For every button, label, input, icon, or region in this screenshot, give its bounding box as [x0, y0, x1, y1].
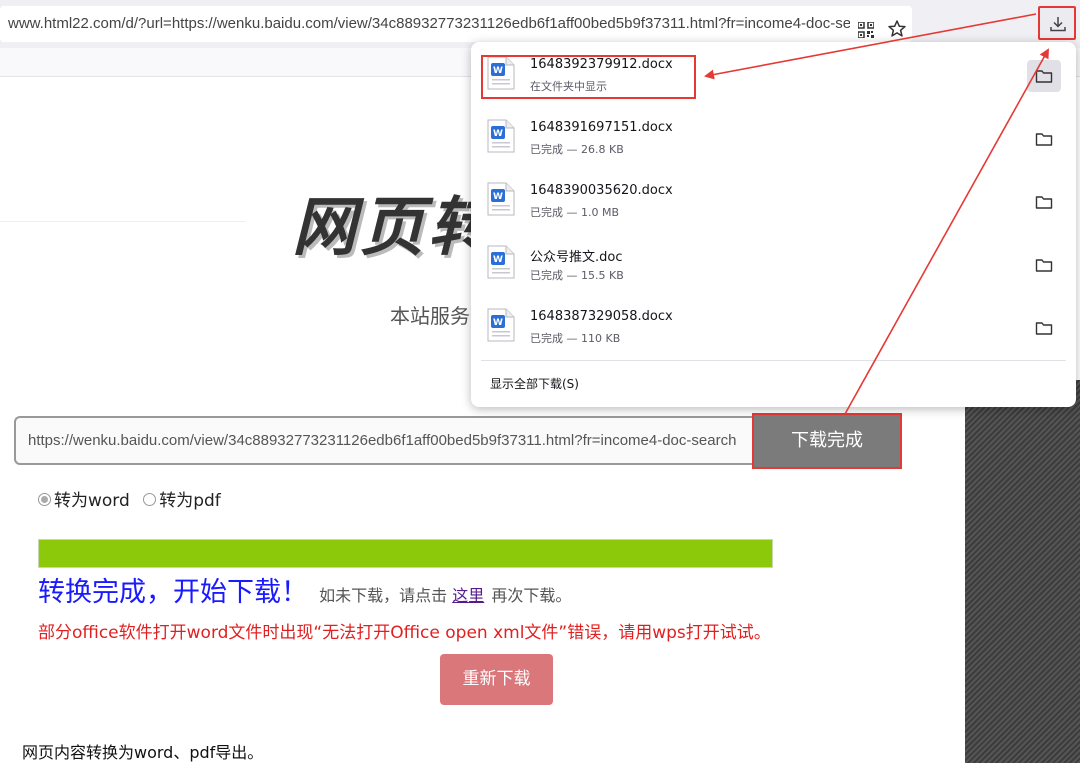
format-radio-group: 转为word 转为pdf [38, 486, 221, 511]
download-file-name: 公众号推文.doc [530, 250, 623, 265]
word-file-icon: W [487, 308, 515, 342]
warning-text: 部分office软件打开word文件时出现“无法打开Office open xm… [38, 623, 771, 643]
url-input[interactable]: https://wenku.baidu.com/view/34c88932773… [14, 416, 754, 465]
word-file-icon: W [487, 245, 515, 279]
bookmark-star-icon[interactable] [887, 19, 907, 39]
word-file-icon: W [487, 182, 515, 216]
footer-text: 网页内容转换为word、pdf导出。 [22, 743, 264, 762]
address-bar-url[interactable]: www.html22.com/d/?url=https://wenku.baid… [8, 15, 850, 32]
download-file-status: 已完成 — 1.0 MB [530, 206, 620, 219]
download-file-name: 1648390035620.docx [530, 183, 673, 198]
radio-pdf-circle[interactable] [143, 492, 157, 506]
address-bar[interactable]: www.html22.com/d/?url=https://wenku.baid… [0, 6, 912, 42]
download-complete-button[interactable]: 下载完成 [752, 413, 902, 469]
radio-pdf-label[interactable]: 转为pdf [159, 491, 221, 511]
show-all-downloads-link[interactable]: 显示全部下载(S) [490, 375, 579, 392]
show-in-folder-button[interactable] [1027, 60, 1061, 92]
download-item[interactable]: W 公众号推文.doc 已完成 — 15.5 KB [481, 239, 1066, 295]
conversion-status: 转换完成，开始下载！ 如未下载，请点击 这里 再次下载。 [38, 570, 571, 609]
download-item[interactable]: W 1648387329058.docx 已完成 — 110 KB [481, 302, 1066, 358]
folder-icon [1035, 70, 1053, 83]
qr-code-icon[interactable] [858, 22, 874, 38]
progress-bar [38, 539, 773, 568]
browser-toolbar: www.html22.com/d/?url=https://wenku.baid… [0, 0, 1080, 48]
progress-bar-fill [39, 540, 772, 567]
show-in-folder-button[interactable] [1027, 186, 1061, 218]
radio-word-circle[interactable] [38, 492, 51, 506]
divider [0, 221, 245, 222]
show-in-folder-button[interactable] [1027, 249, 1061, 281]
panel-divider [481, 360, 1066, 361]
download-arrow-icon [1050, 17, 1066, 32]
retry-suffix: 再次下载。 [491, 586, 572, 605]
download-file-status: 已完成 — 110 KB [530, 332, 621, 345]
word-file-icon: W [487, 119, 515, 153]
show-in-folder-button[interactable] [1027, 312, 1061, 344]
retry-link[interactable]: 这里 [452, 586, 484, 605]
page-subtitle: 本站服务 [390, 304, 470, 328]
downloads-button[interactable] [1038, 6, 1076, 40]
download-file-status: 已完成 — 15.5 KB [530, 269, 624, 282]
download-file-name: 1648391697151.docx [530, 120, 673, 135]
download-item[interactable]: W 1648391697151.docx 已完成 — 26.8 KB [481, 113, 1066, 169]
svg-text:W: W [493, 255, 503, 265]
retry-prefix: 如未下载，请点击 [319, 586, 448, 605]
radio-word-label[interactable]: 转为word [54, 491, 130, 511]
download-item[interactable]: W 1648390035620.docx 已完成 — 1.0 MB [481, 176, 1066, 232]
folder-icon [1035, 322, 1053, 335]
svg-text:W: W [493, 129, 503, 139]
download-file-status: 已完成 — 26.8 KB [530, 143, 624, 156]
url-input-value[interactable]: https://wenku.baidu.com/view/34c88932773… [28, 432, 752, 449]
decorative-strip [965, 380, 1080, 763]
redownload-button[interactable]: 重新下载 [440, 654, 553, 705]
folder-icon [1035, 196, 1053, 209]
page-title: 网页转 [292, 191, 496, 265]
svg-text:W: W [493, 192, 503, 202]
download-file-name: 1648387329058.docx [530, 309, 673, 324]
radio-pdf[interactable]: 转为pdf [143, 491, 221, 511]
show-in-folder-button[interactable] [1027, 123, 1061, 155]
folder-icon [1035, 133, 1053, 146]
annotation-highlight-box [481, 55, 696, 99]
folder-icon [1035, 259, 1053, 272]
conversion-complete-text: 转换完成，开始下载！ [38, 577, 308, 608]
radio-word[interactable]: 转为word [38, 491, 130, 511]
svg-text:W: W [493, 318, 503, 328]
